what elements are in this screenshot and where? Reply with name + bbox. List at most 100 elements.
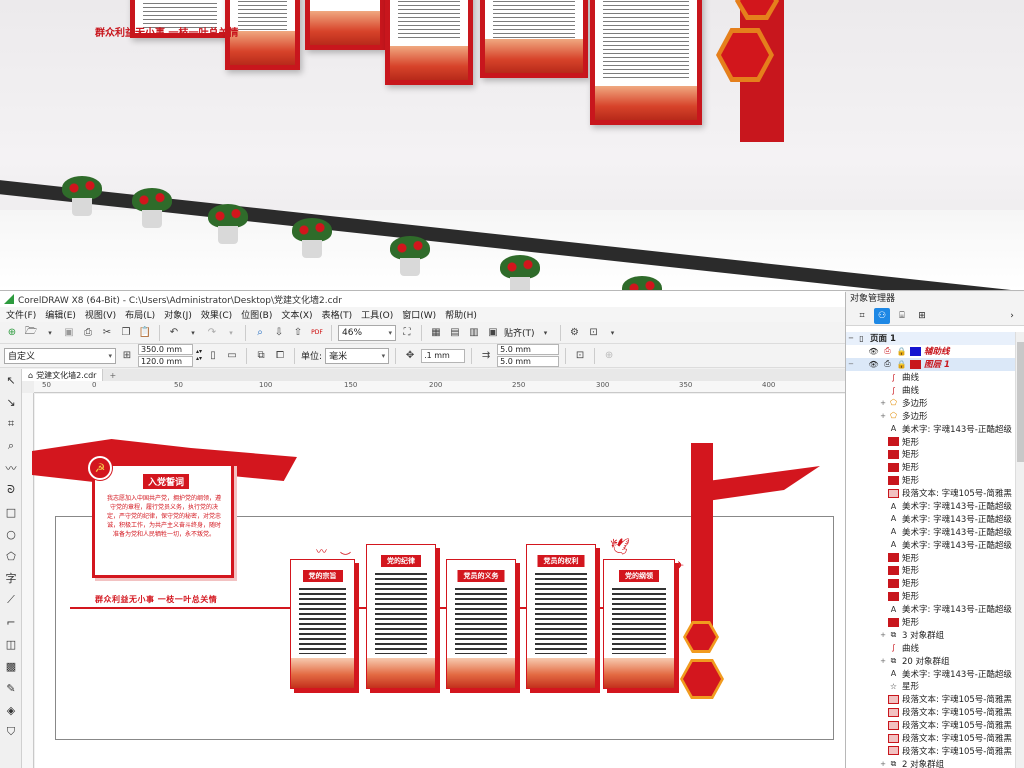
delete-icon[interactable]: ›	[1004, 308, 1020, 324]
object-row[interactable]: + ⬠ 多边形	[846, 396, 1016, 409]
object-row[interactable]: 矩形	[846, 551, 1016, 564]
artistic-text-icon: A	[890, 540, 897, 550]
object-row[interactable]: A 美术字: 字魂143号-正酷超级	[846, 538, 1016, 551]
lock-icon[interactable]: 🔒	[896, 347, 907, 356]
dove-icon: 🕊	[610, 537, 631, 556]
object-label: 矩形	[902, 618, 920, 629]
object-row[interactable]: 段落文本: 字魂105号-简雅黑	[846, 745, 1016, 758]
object-row[interactable]: A 美术字: 字魂143号-正酷超级	[846, 525, 1016, 538]
object-row[interactable]: ∫ 曲线	[846, 384, 1016, 397]
rectangle-icon	[888, 617, 899, 627]
object-row[interactable]: 段落文本: 字魂105号-简雅黑	[846, 693, 1016, 706]
object-row[interactable]: A 美术字: 字魂143号-正酷超级	[846, 500, 1016, 513]
object-label: 美术字: 字魂143号-正酷超级	[902, 669, 1012, 680]
panel-text-lines	[398, 1, 460, 41]
new-layer-icon[interactable]: ⊞	[914, 308, 930, 324]
polygon-icon: ⬠	[890, 411, 897, 421]
object-row[interactable]: 矩形	[846, 616, 1016, 629]
object-row[interactable]: 矩形	[846, 448, 1016, 461]
printer-icon[interactable]: ⎙	[882, 346, 893, 356]
eye-icon[interactable]: 👁	[868, 347, 879, 356]
object-label: 美术字: 字魂143号-正酷超级	[902, 424, 1012, 435]
paragraph-text-icon	[888, 746, 899, 756]
object-row[interactable]: 段落文本: 字魂105号-简雅黑	[846, 487, 1016, 500]
object-row[interactable]: 段落文本: 字魂105号-简雅黑	[846, 719, 1016, 732]
panel-text-lines	[493, 1, 575, 41]
object-row[interactable]: + ⬠ 多边形	[846, 409, 1016, 422]
object-row[interactable]: 矩形	[846, 474, 1016, 487]
object-row[interactable]: 段落文本: 字魂105号-简雅黑	[846, 706, 1016, 719]
expand-icon[interactable]: +	[878, 657, 888, 665]
page-icon: ▯	[859, 333, 864, 343]
object-row[interactable]: 矩形	[846, 435, 1016, 448]
object-manager-docker: 对象管理器 ⌗ ⚇ ⌸ ⊞ › − ▯ 页面 1 👁 ⎙ 🔒 辅助线 − 👁 ⎙…	[845, 292, 1024, 768]
object-label: 3 对象群组	[902, 630, 945, 641]
lock-icon[interactable]: 🔒	[896, 360, 907, 369]
object-row[interactable]: A 美术字: 字魂143号-正酷超级	[846, 512, 1016, 525]
object-label: 2 对象群组	[902, 759, 945, 768]
culture-wall-artwork[interactable]: 入党誓词 我志愿加入中国共产党，拥护党的纲领，遵守党的章程，履行党员义务，执行党…	[0, 291, 845, 768]
object-row[interactable]: ∫ 曲线	[846, 371, 1016, 384]
red-pillar	[691, 443, 713, 633]
artistic-text-icon: A	[890, 604, 897, 614]
curve-icon: ∫	[891, 372, 896, 382]
object-row[interactable]: ☆ 星形	[846, 680, 1016, 693]
object-row[interactable]: 矩形	[846, 577, 1016, 590]
expand-icon[interactable]: +	[878, 760, 888, 768]
expand-icon[interactable]: +	[878, 399, 888, 407]
expand-icon[interactable]: +	[878, 412, 888, 420]
great-wall-image	[390, 46, 468, 80]
object-label: 矩形	[902, 476, 920, 487]
layer-1[interactable]: − 👁 ⎙ 🔒 图层 1	[846, 357, 1016, 371]
card-member-rights: 党员的权利	[526, 544, 596, 689]
curve-icon: ∫	[891, 385, 896, 395]
object-row[interactable]: 矩形	[846, 461, 1016, 474]
card-text-lines	[375, 573, 427, 654]
card-title: 党员的义务	[457, 570, 505, 582]
object-row[interactable]: + ⧉ 2 对象群组	[846, 757, 1016, 768]
object-row[interactable]: A 美术字: 字魂143号-正酷超级	[846, 603, 1016, 616]
screenshot-root: 群众利益无小事 一枝一叶总关情 CorelDRAW X8 (64-Bit) - …	[0, 0, 1024, 768]
rectangle-icon	[888, 553, 899, 563]
object-label: 段落文本: 字魂105号-简雅黑	[902, 721, 1012, 732]
expand-icon[interactable]: +	[878, 631, 888, 639]
card-member-duties: 党员的义务	[446, 559, 516, 689]
card-title: 党的宗旨	[302, 570, 343, 582]
object-manager-toolbar: ⌗ ⚇ ⌸ ⊞ ›	[846, 306, 1024, 326]
object-row[interactable]: 矩形	[846, 564, 1016, 577]
paragraph-text-icon	[888, 694, 899, 704]
object-row[interactable]: 矩形	[846, 590, 1016, 603]
object-label: 矩形	[902, 553, 920, 564]
layer-options-icon[interactable]: ⌗	[854, 308, 870, 324]
object-row[interactable]: 段落文本: 字魂105号-简雅黑	[846, 732, 1016, 745]
object-label: 矩形	[902, 592, 920, 603]
collapse-icon[interactable]: −	[846, 360, 856, 368]
collapse-icon[interactable]: −	[846, 334, 856, 342]
object-label: 多边形	[902, 411, 928, 422]
page-node[interactable]: − ▯ 页面 1	[846, 332, 1016, 345]
object-row[interactable]: + ⧉ 20 对象群组	[846, 654, 1016, 667]
rectangle-icon	[888, 578, 899, 588]
layer-guides[interactable]: 👁 ⎙ 🔒 辅助线	[846, 345, 1016, 358]
show-object-properties-icon[interactable]: ⚇	[874, 307, 890, 324]
card-text-lines	[455, 588, 507, 654]
printer-icon[interactable]: ⎙	[882, 359, 893, 369]
photo-panel-5	[590, 0, 702, 125]
object-label: 美术字: 字魂143号-正酷超级	[902, 502, 1012, 513]
object-manager-scrollbar[interactable]	[1015, 332, 1024, 768]
scrollbar-thumb[interactable]	[1017, 342, 1024, 462]
layer-manager-view-icon[interactable]: ⌸	[894, 308, 910, 324]
object-row[interactable]: + ⧉ 3 对象群组	[846, 628, 1016, 641]
object-row[interactable]: A 美术字: 字魂143号-正酷超级	[846, 422, 1016, 435]
card-title: 党员的权利	[537, 555, 585, 567]
group-icon: ⧉	[890, 758, 897, 768]
rectangle-icon	[888, 462, 899, 472]
eye-icon[interactable]: 👁	[868, 360, 879, 369]
object-row[interactable]: ∫ 曲线	[846, 641, 1016, 654]
great-wall-image	[447, 658, 515, 688]
potted-plant	[62, 176, 102, 216]
object-row[interactable]: A 美术字: 字魂143号-正酷超级	[846, 667, 1016, 680]
rectangle-icon	[888, 565, 899, 575]
object-label: 多边形	[902, 398, 928, 409]
artistic-text-icon: A	[890, 669, 897, 679]
